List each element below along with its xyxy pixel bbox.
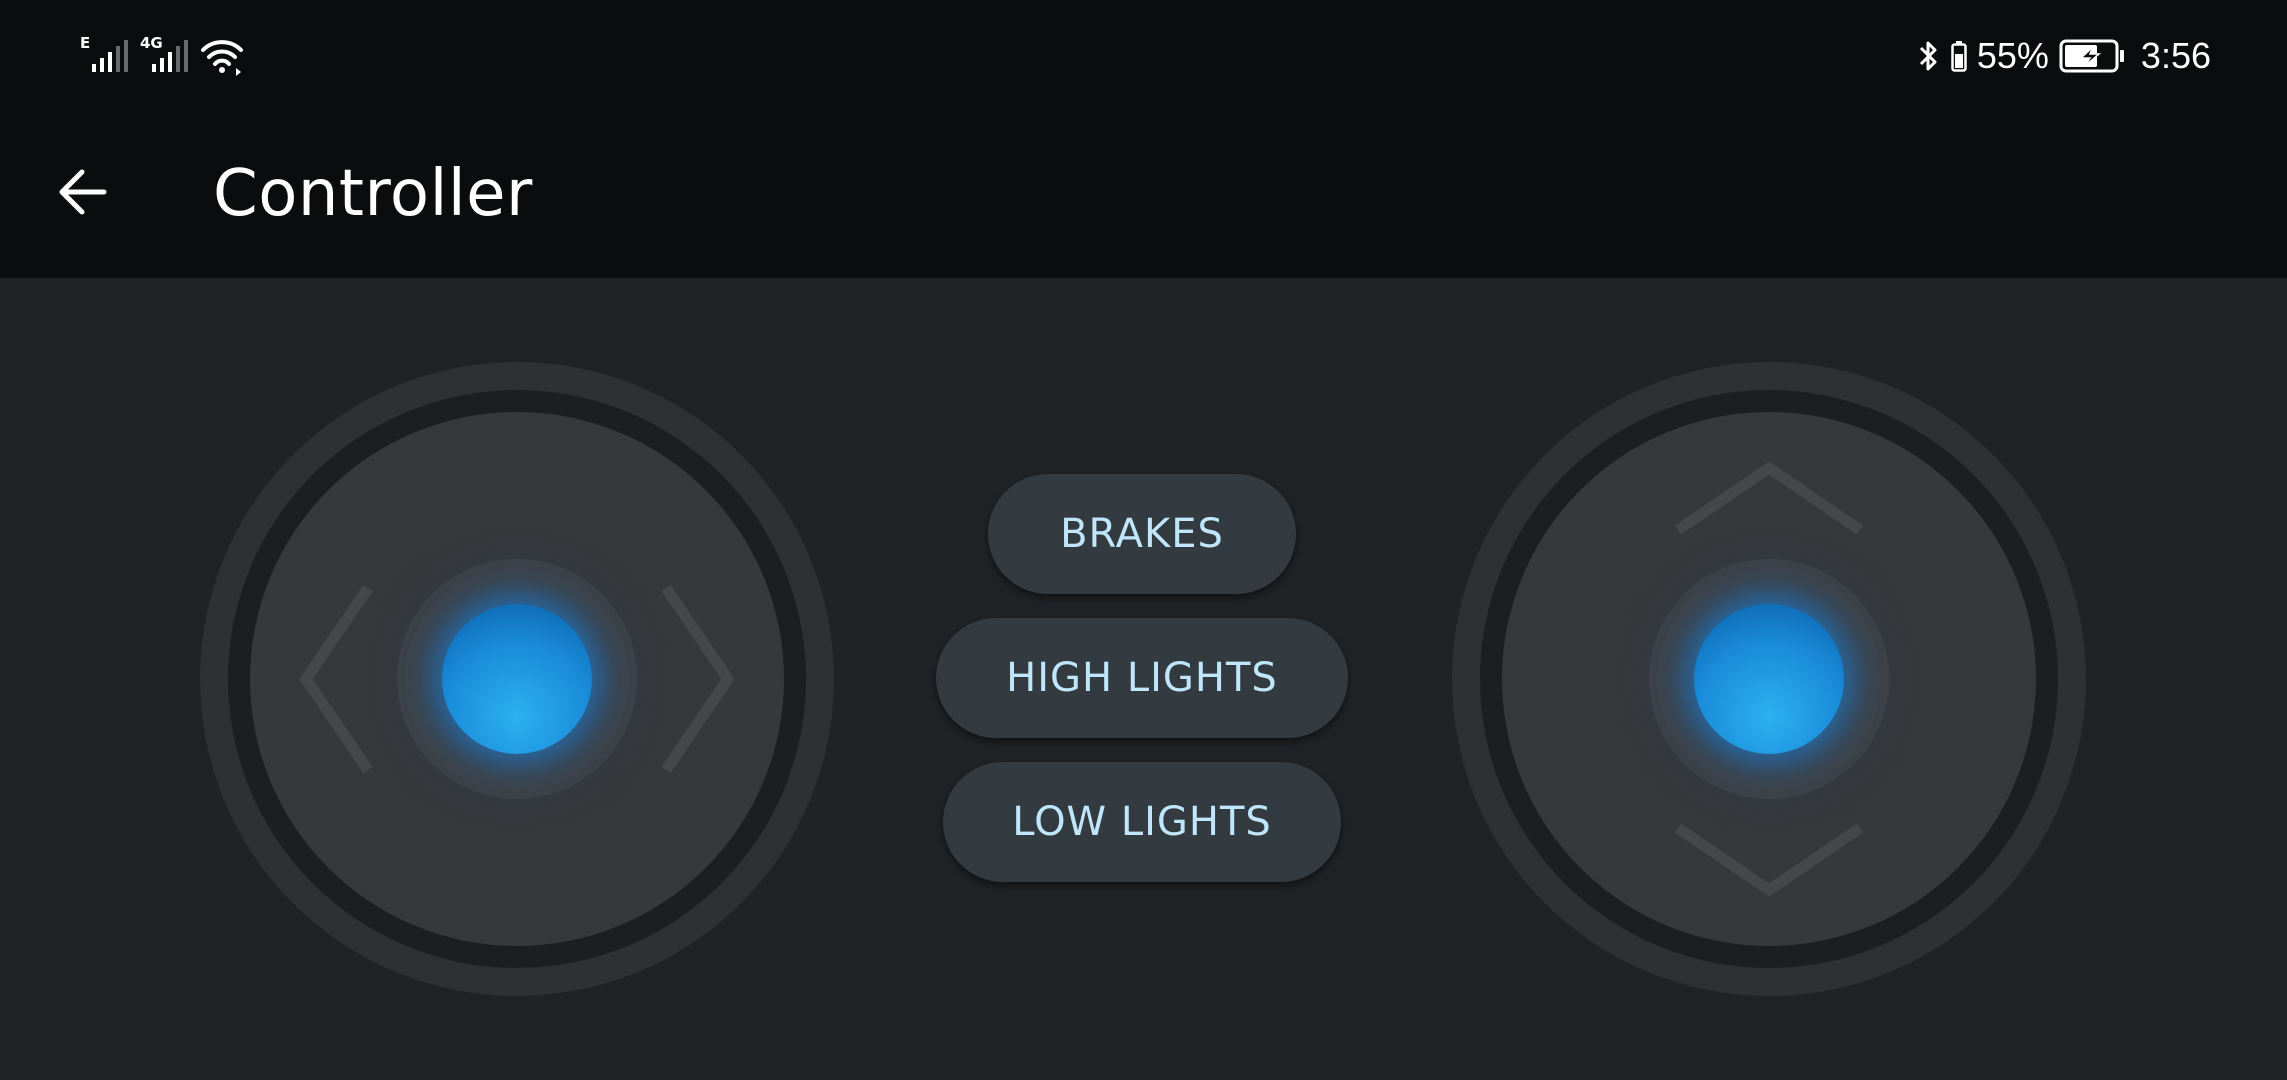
high-lights-button[interactable]: HIGH LIGHTS [936,618,1348,738]
wifi-icon [201,40,243,76]
device-battery-icon [1951,41,1967,72]
throttle-joystick[interactable] [1452,362,2086,996]
status-indicators-right: 55% 3:56 [1915,30,2211,82]
status-bar: E 4G 55% 3:56 [0,0,2287,112]
steering-knob[interactable] [442,604,592,754]
brakes-button[interactable]: BRAKES [988,474,1296,594]
throttle-knob[interactable] [1694,604,1844,754]
signal-e-icon: E [80,34,128,76]
battery-charging-icon [2059,39,2124,73]
status-indicators-left: E 4G [80,36,244,76]
battery-percent: 55% [1976,35,2049,76]
steering-joystick[interactable] [200,362,834,996]
arrow-left-icon [59,169,107,215]
back-button[interactable] [40,150,124,234]
low-lights-button[interactable]: LOW LIGHTS [943,762,1341,882]
signal-4g-icon: 4G [140,36,188,76]
bluetooth-icon [1919,41,1937,71]
signal-e-tag: E [80,34,91,52]
status-clock: 3:56 [2140,35,2211,76]
page-title: Controller [213,157,533,231]
app-bar: Controller [0,112,2287,278]
